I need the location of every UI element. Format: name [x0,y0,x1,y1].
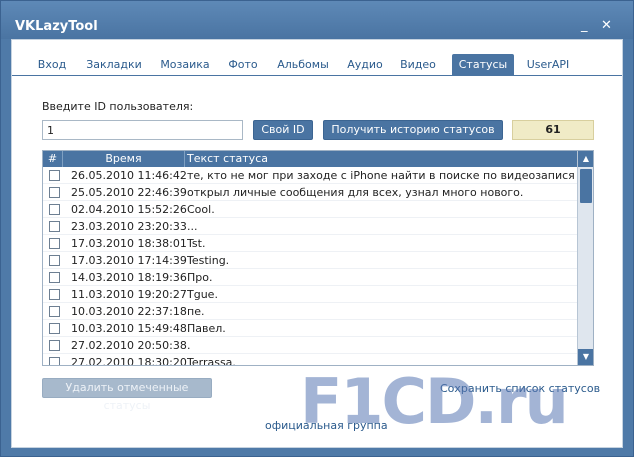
row-time: 17.03.2010 18:38:01 [71,237,187,250]
tab-mosaic[interactable]: Мозаика [156,54,214,76]
scroll-up-icon[interactable]: ▲ [578,151,593,167]
row-checkbox[interactable] [49,238,60,249]
table-row[interactable]: 23.03.2010 23:20:33... [43,218,577,235]
table-row[interactable]: 17.03.2010 17:14:39 Testing. [43,252,577,269]
tab-photo[interactable]: Фото [224,54,262,76]
table-row[interactable]: 10.03.2010 15:49:48 Павел. [43,320,577,337]
table-row[interactable]: 10.03.2010 22:37:18 пе. [43,303,577,320]
row-time: 26.05.2010 11:46:42 [71,169,187,182]
column-header-time[interactable]: Время [63,151,185,167]
row-time: 02.04.2010 15:52:26 [71,203,187,216]
close-icon[interactable]: ✕ [601,19,612,33]
own-id-button[interactable]: Свой ID [253,120,313,140]
status-count: 61 [512,120,594,140]
row-time: 10.03.2010 22:37:18 [71,305,187,318]
row-status-text: Tgue. [187,288,218,301]
row-status-text: пе. [187,305,205,318]
row-checkbox[interactable] [49,187,60,198]
get-history-button[interactable]: Получить историю статусов [323,120,503,140]
row-status-text: Павел. [187,322,226,335]
tab-userapi[interactable]: UserAPI [522,54,574,76]
row-checkbox[interactable] [49,340,60,351]
row-status-text: . [187,339,191,352]
row-checkbox[interactable] [49,289,60,300]
table-row[interactable]: 14.03.2010 18:19:36 Про. [43,269,577,286]
tab-albums[interactable]: Альбомы [272,54,334,76]
row-status-text: Cool. [187,203,215,216]
column-header-number[interactable]: # [43,151,63,167]
row-status-text: открыл личные сообщения для всех, узнал … [187,186,524,199]
minimize-icon[interactable]: _ [581,19,588,33]
row-checkbox[interactable] [49,306,60,317]
table-row[interactable]: 26.05.2010 11:46:42 те, кто не мог при за… [43,167,577,184]
row-time: 27.02.2010 18:30:20 [71,356,187,366]
tab-bookmarks[interactable]: Закладки [82,54,146,76]
table-header: # Время Текст статуса [43,151,577,167]
vertical-scrollbar[interactable]: ▲ ▼ [577,151,593,365]
row-status-text: Про. [187,271,213,284]
tab-video[interactable]: Видео [396,54,440,76]
watermark-logo: F1CD.ru [300,365,569,438]
tab-login[interactable]: Вход [32,54,72,76]
delete-selected-button[interactable]: Удалить отмеченные статусы [42,378,212,412]
table-body: 26.05.2010 11:46:42 те, кто не мог при за… [43,167,577,366]
column-header-text[interactable]: Текст статуса [185,151,577,167]
title-bar[interactable]: VKLazyTool _ ✕ [1,1,633,39]
row-checkbox[interactable] [49,170,60,181]
window-title: VKLazyTool [15,19,98,34]
row-checkbox[interactable] [49,255,60,266]
tab-statuses[interactable]: Статусы [452,54,514,76]
table-row[interactable]: 25.05.2010 22:46:39 открыл личные сообщен… [43,184,577,201]
tab-audio[interactable]: Аудио [344,54,386,76]
row-checkbox[interactable] [49,357,60,365]
row-time: 10.03.2010 15:49:48 [71,322,187,335]
scroll-down-icon[interactable]: ▼ [578,349,593,365]
row-time: 17.03.2010 17:14:39 [71,254,187,267]
row-time: 27.02.2010 20:50:38 [71,339,187,352]
row-time: 25.05.2010 22:46:39 [71,186,187,199]
user-id-input[interactable] [42,120,243,140]
table-row[interactable]: 11.03.2010 19:20:27 Tgue. [43,286,577,303]
row-checkbox[interactable] [49,323,60,334]
row-time: 14.03.2010 18:19:36 [71,271,187,284]
row-status-text: Testing. [187,254,230,267]
row-checkbox[interactable] [49,204,60,215]
row-checkbox[interactable] [49,221,60,232]
row-status-text: те, кто не мог при заходе с iPhone найти… [187,169,575,182]
user-id-label: Введите ID пользователя: [42,100,194,113]
table-row[interactable]: 17.03.2010 18:38:01 Tst. [43,235,577,252]
row-time: 23.03.2010 23:20:33 [71,220,187,233]
table-row[interactable]: 27.02.2010 20:50:38. [43,337,577,354]
row-status-text: ... [187,220,198,233]
row-status-text: Tst. [187,237,206,250]
row-time: 11.03.2010 19:20:27 [71,288,187,301]
table-row[interactable]: 02.04.2010 15:52:26 Cool. [43,201,577,218]
status-table: # Время Текст статуса 26.05.2010 11:46:4… [42,150,594,366]
tab-bar: Вход Закладки Мозаика Фото Альбомы Аудио… [12,54,622,76]
row-checkbox[interactable] [49,272,60,283]
scroll-thumb[interactable] [580,169,592,203]
